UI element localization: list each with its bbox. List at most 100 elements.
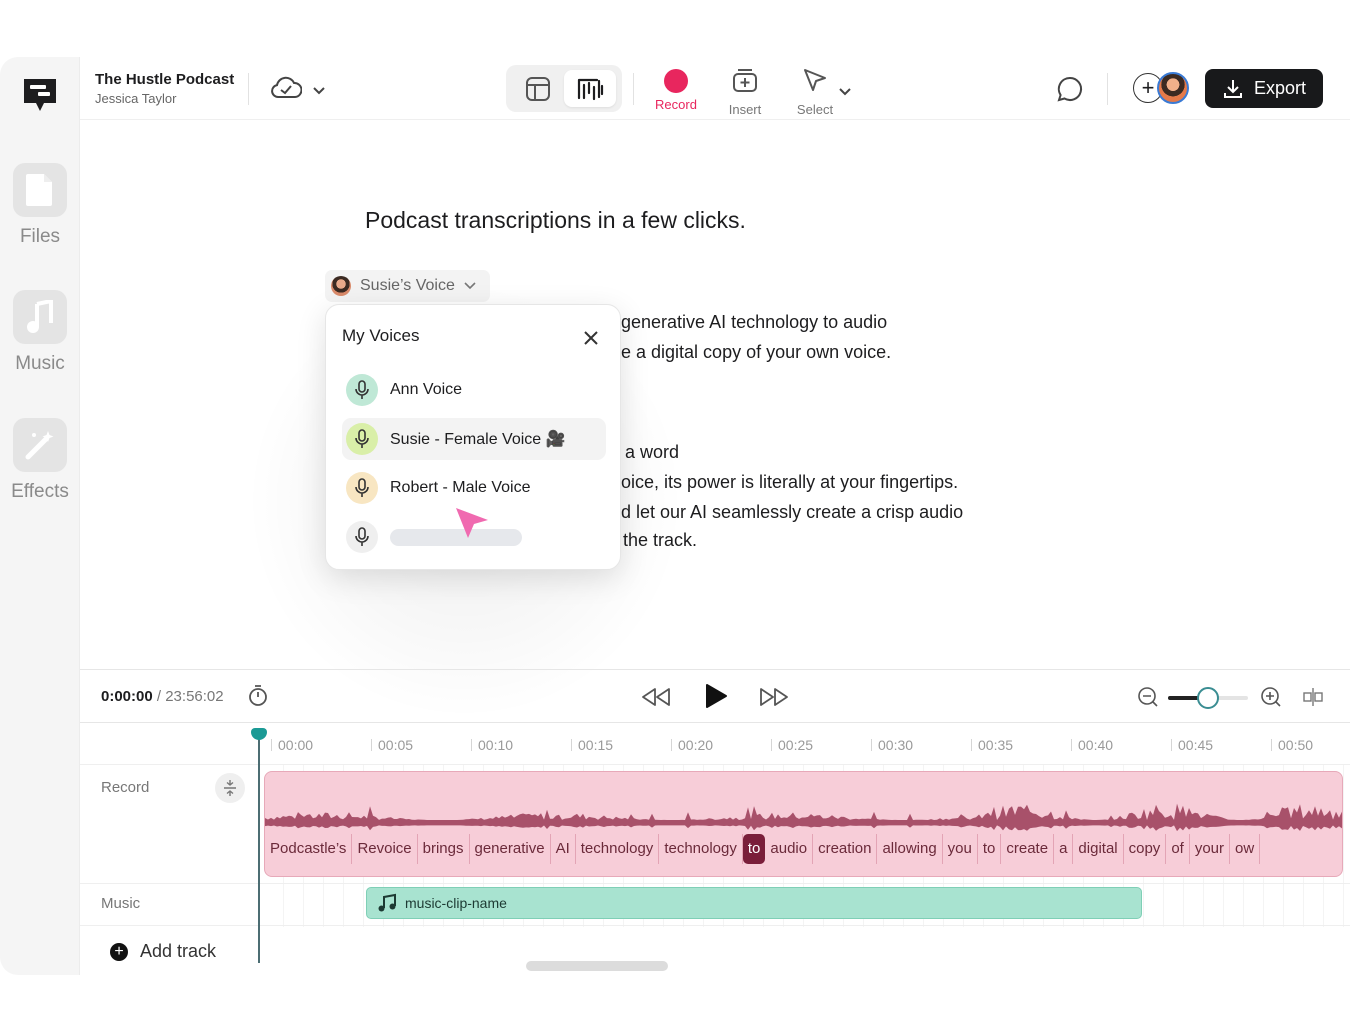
word-chip[interactable]: technology: [659, 834, 743, 864]
word-chip[interactable]: copy: [1124, 834, 1167, 864]
word-chip[interactable]: brings: [418, 834, 470, 864]
microphone-icon: [346, 521, 378, 553]
word-chip[interactable]: allowing: [877, 834, 943, 864]
time-display: 0:00:00 / 23:56:02: [101, 688, 224, 705]
ruler-tick: 00:30: [871, 738, 913, 752]
insert-icon: [733, 69, 757, 92]
magic-wand-icon: [13, 418, 67, 472]
add-track-label: Add track: [140, 941, 217, 961]
word-chip[interactable]: of: [1166, 834, 1190, 864]
playhead[interactable]: [258, 731, 260, 963]
word-chip[interactable]: to: [978, 834, 1002, 864]
word-chip[interactable]: ow: [1230, 834, 1261, 864]
play-icon: [706, 684, 727, 708]
timer-icon[interactable]: [248, 685, 268, 712]
word-chip[interactable]: creation: [813, 834, 878, 864]
export-button[interactable]: Export: [1205, 69, 1323, 108]
app-logo-icon[interactable]: [20, 75, 60, 117]
insert-button[interactable]: Insert: [710, 67, 780, 117]
ruler-tick: 00:50: [1271, 738, 1313, 752]
word-chip[interactable]: technology: [576, 834, 660, 864]
transcript-line: the track.: [623, 530, 698, 550]
word-chip[interactable]: create: [1001, 834, 1055, 864]
word-chip[interactable]: a: [1054, 834, 1074, 864]
music-clip-label: music-clip-name: [405, 895, 507, 911]
time-separator: /: [152, 688, 166, 705]
chevron-down-icon[interactable]: [312, 83, 326, 101]
view-toggle: [506, 65, 622, 112]
close-icon[interactable]: [581, 328, 601, 348]
word-chip[interactable]: you: [943, 834, 978, 864]
music-note-icon: [378, 893, 396, 912]
sidebar-item-files[interactable]: Files: [0, 163, 80, 248]
collapse-track-button[interactable]: [215, 773, 245, 803]
zoom-in-icon[interactable]: [1260, 686, 1282, 713]
transcript-line: generative AI technology to audio: [621, 312, 888, 332]
layout-view-button[interactable]: [512, 70, 564, 107]
transcript-paragraph[interactable]: a word: [625, 437, 679, 467]
ruler-tick: 00:25: [771, 738, 813, 752]
rewind-icon[interactable]: [640, 686, 672, 713]
avatar[interactable]: [1157, 72, 1189, 104]
word-chip-active[interactable]: to: [742, 834, 766, 864]
insert-label: Insert: [728, 102, 762, 117]
project-title[interactable]: The Hustle Podcast: [95, 71, 234, 88]
voice-option-susie[interactable]: Susie - Female Voice 🎥: [342, 418, 606, 460]
time-ruler[interactable]: 00:00 00:05 00:10 00:15 00:20 00:25 00:30 00:35…: [80, 723, 1350, 765]
duration: 23:56:02: [165, 688, 224, 705]
speaker-selector[interactable]: Susie’s Voice: [325, 270, 490, 302]
chevron-down-icon[interactable]: [838, 84, 852, 102]
record-clip[interactable]: Podcastle’s Revoice brings generative AI tech…: [264, 771, 1343, 877]
document-title[interactable]: Podcast transcriptions in a few clicks.: [365, 207, 746, 234]
transcript-line: oice, its power is literally at your fin…: [621, 472, 959, 492]
play-button[interactable]: [704, 683, 728, 714]
add-track-button[interactable]: + Add track: [110, 941, 216, 962]
word-chip[interactable]: digital: [1073, 834, 1124, 864]
word-chip[interactable]: Podcastle’s: [265, 834, 353, 864]
sidebar-item-effects[interactable]: Effects: [0, 418, 80, 503]
speaker-avatar: [331, 276, 351, 296]
zoom-slider-handle[interactable]: [1197, 687, 1219, 709]
track-label-record: Record: [101, 779, 150, 796]
transcript-line: a word: [625, 442, 680, 462]
zoom-out-icon[interactable]: [1137, 686, 1159, 713]
waveform-view-button[interactable]: [564, 70, 616, 107]
ruler-tick: 00:20: [671, 738, 713, 752]
project-user: Jessica Taylor: [95, 91, 177, 106]
word-list: Podcastle’s Revoice brings generative AI tech…: [265, 834, 1261, 864]
chevron-down-icon: [464, 282, 476, 290]
divider: [248, 73, 249, 105]
voice-label: Susie - Female Voice 🎥: [390, 431, 566, 448]
voice-label: Ann Voice: [390, 381, 463, 398]
sidebar-item-music[interactable]: Music: [0, 290, 80, 375]
voice-option-robert[interactable]: Robert - Male Voice: [342, 467, 606, 509]
word-chip[interactable]: AI: [551, 834, 576, 864]
music-clip[interactable]: music-clip-name: [366, 887, 1142, 919]
cloud-sync-icon[interactable]: [270, 75, 303, 106]
record-label: Record: [655, 97, 697, 112]
horizontal-scrollbar[interactable]: [526, 961, 668, 971]
pointer-cursor-icon: [454, 506, 490, 545]
ruler-tick: 00:05: [371, 738, 413, 752]
transcript-editor[interactable]: Podcast transcriptions in a few clicks. …: [80, 121, 1350, 721]
comment-icon[interactable]: [1056, 75, 1084, 108]
sidebar-item-label: Files: [19, 226, 61, 247]
sidebar-item-label: Effects: [11, 481, 69, 502]
record-button[interactable]: Record: [641, 67, 711, 112]
word-chip[interactable]: your: [1190, 834, 1231, 864]
transcript-paragraph[interactable]: oice, its power is literally at your fin…: [621, 467, 963, 555]
popup-title: My Voices: [342, 326, 420, 345]
transcript-paragraph[interactable]: generative AI technology to audio e a di…: [621, 307, 891, 367]
ruler-tick: 00:00: [271, 738, 313, 752]
fast-forward-icon[interactable]: [758, 686, 790, 713]
word-chip[interactable]: audio: [765, 834, 814, 864]
split-icon[interactable]: [1302, 687, 1324, 712]
collapse-icon: [224, 780, 236, 796]
waveform-icon: [577, 78, 604, 100]
word-chip[interactable]: generative: [470, 834, 551, 864]
divider: [80, 883, 1350, 884]
word-chip[interactable]: Revoice: [352, 834, 418, 864]
zoom-slider[interactable]: [1168, 687, 1248, 709]
layout-icon: [526, 76, 550, 101]
voice-option-ann[interactable]: Ann Voice: [342, 369, 606, 411]
